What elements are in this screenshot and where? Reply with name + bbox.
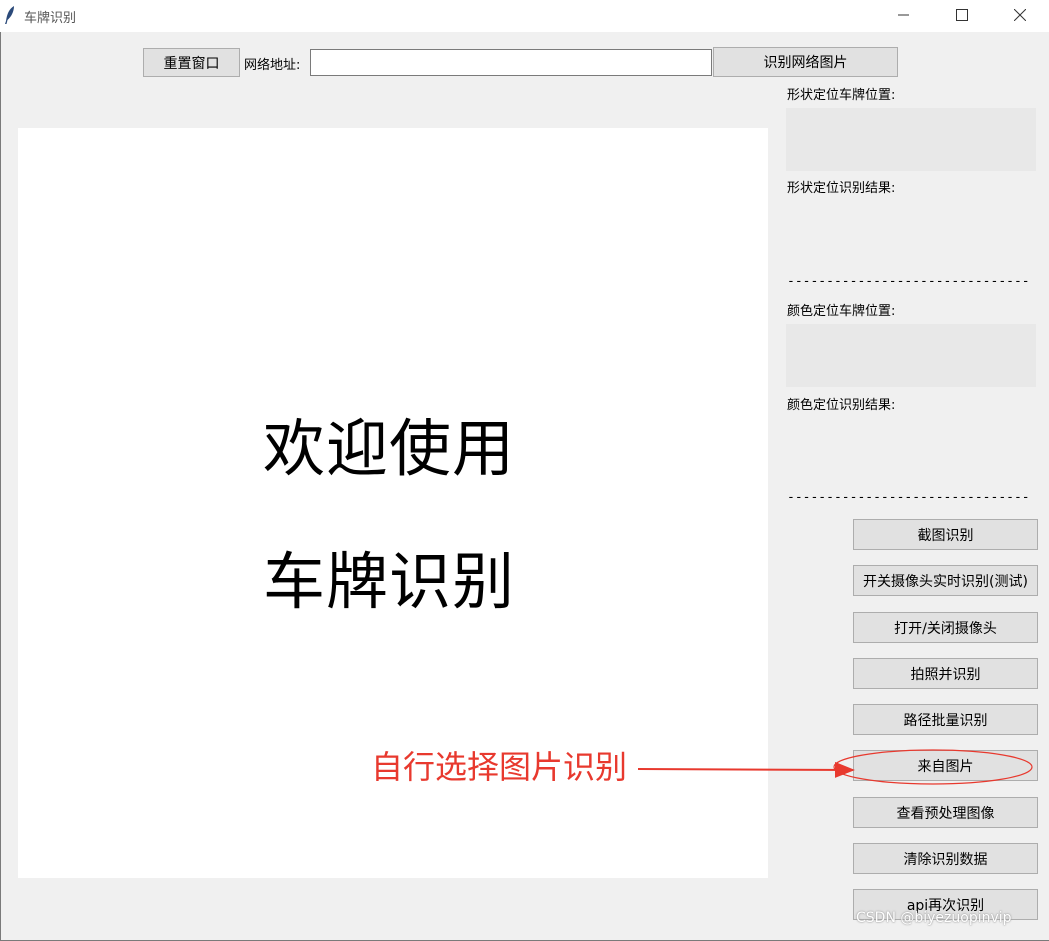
feather-icon bbox=[5, 6, 14, 24]
batch-path-button[interactable]: 路径批量识别 bbox=[853, 704, 1038, 735]
main-window-client: 重置窗口 网络地址: 识别网络图片 欢迎使用 车牌识别 形状定位车牌位置: 形状… bbox=[0, 32, 1049, 941]
color-result-label: 颜色定位识别结果: bbox=[787, 398, 896, 413]
window-title: 车牌识别 bbox=[24, 11, 77, 26]
realtime-camera-button[interactable]: 开关摄像头实时识别(测试) bbox=[853, 565, 1038, 596]
clear-data-button[interactable]: 清除识别数据 bbox=[853, 843, 1038, 874]
url-input[interactable] bbox=[310, 49, 712, 76]
welcome-line-1: 欢迎使用 bbox=[263, 412, 516, 485]
reset-window-button[interactable]: 重置窗口 bbox=[143, 48, 240, 77]
watermark: CSDN @biyezuopinvip bbox=[856, 910, 1012, 926]
from-image-button[interactable]: 来自图片 bbox=[853, 750, 1038, 781]
screenshot-recognize-button[interactable]: 截图识别 bbox=[853, 519, 1038, 550]
minimize-button[interactable] bbox=[875, 0, 933, 30]
view-preprocessed-button[interactable]: 查看预处理图像 bbox=[853, 797, 1038, 828]
url-label: 网络地址: bbox=[244, 58, 301, 73]
welcome-line-2: 车牌识别 bbox=[263, 545, 516, 618]
close-icon bbox=[1014, 9, 1026, 21]
minimize-icon bbox=[898, 14, 909, 16]
shape-plate-image bbox=[786, 108, 1036, 171]
shape-position-label: 形状定位车牌位置: bbox=[787, 88, 896, 103]
divider-1: ------------------------------- bbox=[787, 274, 1030, 289]
color-plate-image bbox=[786, 324, 1036, 387]
title-bar: 车牌识别 bbox=[0, 0, 1049, 32]
annotation-text: 自行选择图片识别 bbox=[371, 748, 628, 786]
maximize-icon bbox=[956, 9, 968, 21]
recognize-url-button[interactable]: 识别网络图片 bbox=[713, 47, 898, 77]
capture-recognize-button[interactable]: 拍照并识别 bbox=[853, 658, 1038, 689]
divider-2: ------------------------------- bbox=[787, 490, 1030, 505]
toggle-camera-button[interactable]: 打开/关闭摄像头 bbox=[853, 612, 1038, 643]
color-position-label: 颜色定位车牌位置: bbox=[787, 304, 896, 319]
maximize-button[interactable] bbox=[933, 0, 991, 30]
shape-result-label: 形状定位识别结果: bbox=[787, 181, 896, 196]
close-button[interactable] bbox=[991, 0, 1049, 30]
